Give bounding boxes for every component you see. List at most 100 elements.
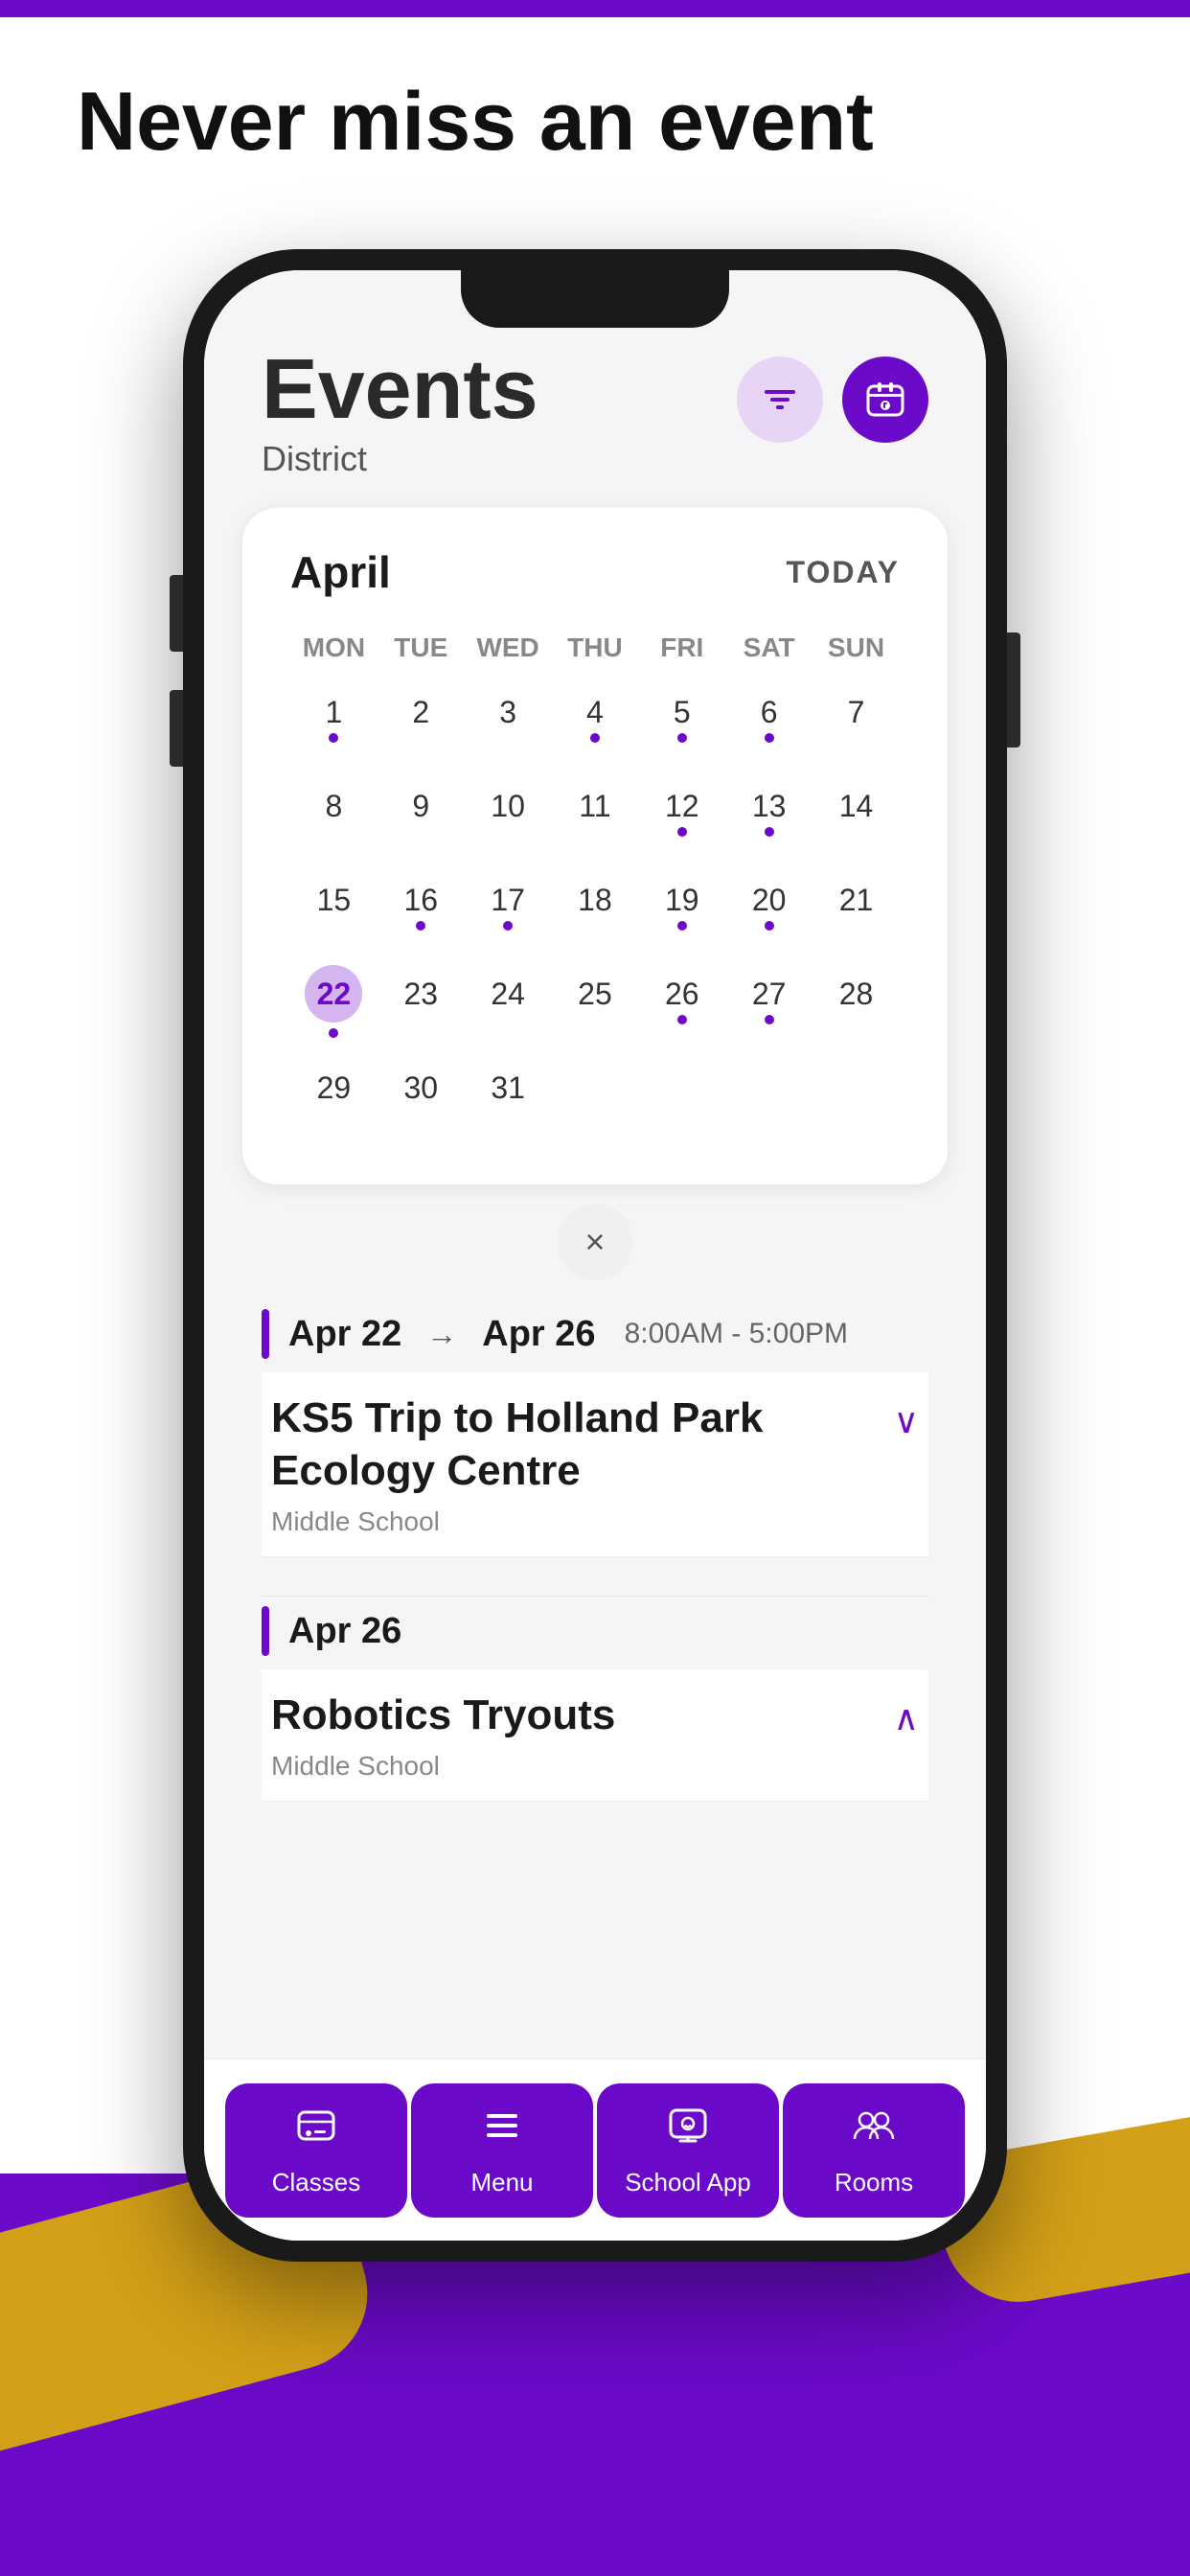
event-1-date-bar [262,1309,269,1359]
cal-day-13[interactable]: 13 [731,770,808,857]
cal-day-1[interactable]: 1 [295,677,372,763]
cal-day-18[interactable]: 18 [557,864,633,951]
event-2-date-start: Apr 26 [288,1611,401,1652]
cal-day-12[interactable]: 12 [644,770,721,857]
cal-day-28[interactable]: 28 [817,958,894,1045]
screen-content: Events District [204,270,986,2241]
cal-day-2[interactable]: 2 [382,677,459,763]
cal-day-15[interactable]: 15 [295,864,372,951]
calendar-today-button[interactable]: TODAY [787,555,900,590]
phone-screen: Events District [204,270,986,2241]
event-1-school: Middle School [271,1506,827,1537]
calendar-grid: MON TUE WED THU FRI SAT SUN 1 2 3 4 [290,627,900,1138]
power-button [1007,632,1020,748]
rooms-icon [851,2103,897,2158]
events-subtitle: District [262,439,538,479]
day-header-mon: MON [295,627,372,669]
cal-day-8[interactable]: 8 [295,770,372,857]
nav-school-app-button[interactable]: School App [597,2083,779,2218]
close-calendar-area: × [204,1204,986,1280]
calendar-week-5: 29 30 31 [290,1052,900,1138]
nav-rooms-button[interactable]: Rooms [783,2083,965,2218]
event-1-date-row: Apr 22 → Apr 26 8:00AM - 5:00PM [262,1309,928,1359]
close-calendar-button[interactable]: × [557,1204,633,1280]
event-2-date-row: Apr 26 [262,1606,928,1656]
event-1-time: 8:00AM - 5:00PM [625,1318,848,1350]
nav-menu-button[interactable]: Menu [411,2083,593,2218]
events-title-group: Events District [262,347,538,479]
cal-day-6[interactable]: 6 [731,677,808,763]
cal-day-14[interactable]: 14 [817,770,894,857]
cal-day-29[interactable]: 29 [295,1052,372,1138]
cal-day-10[interactable]: 10 [469,770,546,857]
cal-day-21[interactable]: 21 [817,864,894,951]
page-headline: Never miss an event [77,77,874,168]
cal-day-26[interactable]: 26 [644,958,721,1045]
event-2-card[interactable]: Robotics Tryouts Middle School ∧ [262,1669,928,1802]
menu-icon [479,2103,525,2158]
calendar-week-2: 8 9 10 11 12 13 14 [290,770,900,857]
event-1-date-start: Apr 22 [288,1314,401,1355]
top-bar [0,0,1190,17]
cal-day-11[interactable]: 11 [557,770,633,857]
cal-day-30[interactable]: 30 [382,1052,459,1138]
event-1-date-end: Apr 26 [482,1314,595,1355]
calendar-day-headers: MON TUE WED THU FRI SAT SUN [290,627,900,669]
cal-day-7[interactable]: 7 [817,677,894,763]
day-header-sat: SAT [731,627,808,669]
event-2-school: Middle School [271,1751,615,1782]
event-2-collapse-icon[interactable]: ∧ [894,1698,919,1738]
filter-icon [761,380,799,419]
cal-day-empty-2 [644,1052,721,1138]
calendar-week-3: 15 16 17 18 19 20 21 [290,864,900,951]
cal-day-19[interactable]: 19 [644,864,721,951]
cal-day-3[interactable]: 3 [469,677,546,763]
header-buttons [737,356,928,443]
cal-day-17[interactable]: 17 [469,864,546,951]
cal-day-20[interactable]: 20 [731,864,808,951]
event-1-expand-icon[interactable]: ∨ [894,1401,919,1441]
calendar-month: April [290,546,391,598]
calendar-header: April TODAY [290,546,900,598]
cal-day-empty-1 [557,1052,633,1138]
event-1-arrow: → [426,1317,457,1352]
event-2-date-bar [262,1606,269,1656]
calendar-week-1: 1 2 3 4 5 6 7 [290,677,900,763]
day-header-fri: FRI [644,627,721,669]
filter-button[interactable] [737,356,823,443]
volume-down-button [170,690,183,767]
cal-day-4[interactable]: 4 [557,677,633,763]
day-header-thu: THU [557,627,633,669]
phone-notch [461,270,729,328]
calendar-view-button[interactable] [842,356,928,443]
cal-day-25[interactable]: 25 [557,958,633,1045]
classes-label: Classes [272,2168,360,2197]
event-1-title: KS5 Trip to Holland Park Ecology Centre [271,1392,827,1497]
bottom-nav: Classes Menu [204,2058,986,2241]
cal-day-16[interactable]: 16 [382,864,459,951]
cal-day-31[interactable]: 31 [469,1052,546,1138]
event-item-1: Apr 22 → Apr 26 8:00AM - 5:00PM KS5 Trip… [262,1309,928,1557]
events-list: Apr 22 → Apr 26 8:00AM - 5:00PM KS5 Trip… [204,1290,986,1859]
school-app-label: School App [625,2168,751,2197]
phone-frame: Events District [183,249,1007,2262]
school-app-icon [665,2103,711,2158]
event-2-content: Robotics Tryouts Middle School [271,1689,615,1782]
day-header-wed: WED [469,627,546,669]
cal-day-9[interactable]: 9 [382,770,459,857]
rooms-label: Rooms [835,2168,913,2197]
calendar-icon [864,379,906,421]
cal-day-24[interactable]: 24 [469,958,546,1045]
cal-day-22[interactable]: 22 [295,958,372,1045]
volume-up-button [170,575,183,652]
cal-day-27[interactable]: 27 [731,958,808,1045]
cal-day-empty-3 [731,1052,808,1138]
calendar-card: April TODAY MON TUE WED THU FRI SAT SUN [242,508,948,1184]
event-item-2: Apr 26 Robotics Tryouts Middle School ∧ [262,1606,928,1802]
event-1-card[interactable]: KS5 Trip to Holland Park Ecology Centre … [262,1372,928,1557]
nav-classes-button[interactable]: Classes [225,2083,407,2218]
cal-day-empty-4 [817,1052,894,1138]
menu-label: Menu [470,2168,533,2197]
cal-day-5[interactable]: 5 [644,677,721,763]
cal-day-23[interactable]: 23 [382,958,459,1045]
